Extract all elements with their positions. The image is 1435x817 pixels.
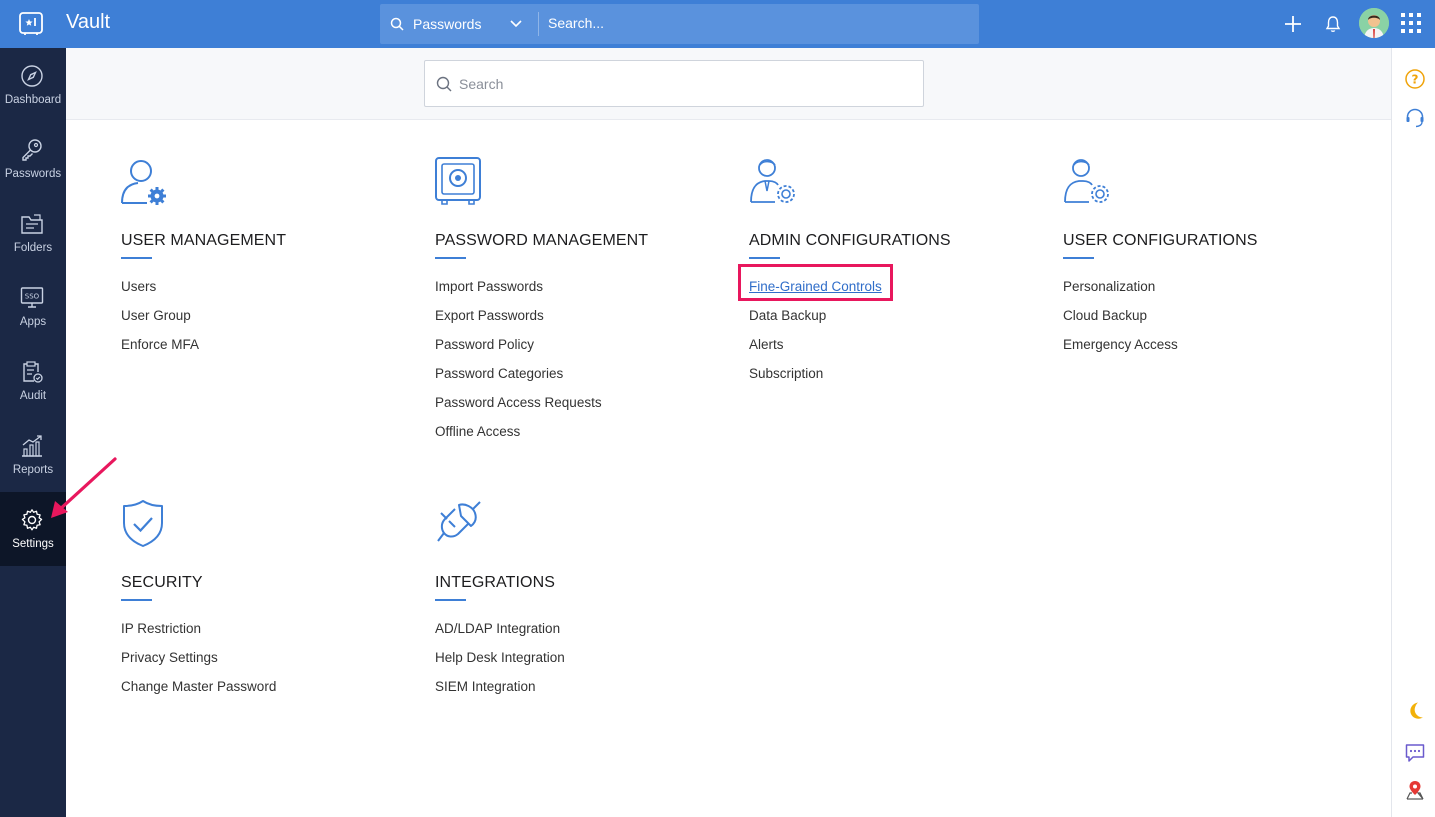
section-links: IP Restriction Privacy Settings Change M… xyxy=(121,621,276,708)
section-links: Import Passwords Export Passwords Passwo… xyxy=(435,279,602,453)
chevron-down-icon xyxy=(510,20,522,28)
settings-link-ad-ldap-integration[interactable]: AD/LDAP Integration xyxy=(435,621,565,650)
annotation-arrow xyxy=(51,457,117,518)
settings-link-password-access-requests[interactable]: Password Access Requests xyxy=(435,395,602,424)
sidebar: Dashboard Passwords Folders SSO Apps Aud… xyxy=(0,48,66,817)
settings-search-input[interactable] xyxy=(459,71,899,97)
svg-text:?: ? xyxy=(1412,73,1419,87)
sso-icon: SSO xyxy=(20,287,44,308)
settings-link-offline-access[interactable]: Offline Access xyxy=(435,424,602,453)
sidebar-item-label: Dashboard xyxy=(4,94,62,106)
sidebar-item-label: Apps xyxy=(19,316,47,328)
search-scope-dropdown[interactable]: Passwords xyxy=(380,4,538,44)
settings-link-privacy-settings[interactable]: Privacy Settings xyxy=(121,650,276,679)
search-icon xyxy=(436,76,452,92)
section-links: Personalization Cloud Backup Emergency A… xyxy=(1063,279,1178,366)
settings-link-help-desk-integration[interactable]: Help Desk Integration xyxy=(435,650,565,679)
settings-link-password-categories[interactable]: Password Categories xyxy=(435,366,602,395)
sidebar-item-label: Folders xyxy=(13,242,53,254)
settings-link-subscription[interactable]: Subscription xyxy=(749,366,882,395)
user-gear-icon xyxy=(121,160,166,205)
headset-icon[interactable] xyxy=(1404,107,1426,129)
svg-text:SSO: SSO xyxy=(25,293,40,301)
add-icon[interactable] xyxy=(1283,14,1303,34)
settings-link-export-passwords[interactable]: Export Passwords xyxy=(435,308,602,337)
search-divider xyxy=(538,12,539,36)
settings-link-personalization[interactable]: Personalization xyxy=(1063,279,1178,308)
shield-check-icon xyxy=(123,500,163,547)
right-rail: ? xyxy=(1391,48,1435,817)
top-bar: Vault Passwords Search... xyxy=(0,0,1435,48)
section-underline xyxy=(121,257,152,259)
sidebar-item-label: Audit xyxy=(19,390,47,402)
user-config-icon xyxy=(1064,159,1109,203)
highlight-box xyxy=(738,264,893,301)
section-title: INTEGRATIONS xyxy=(435,574,556,591)
sidebar-item-audit[interactable]: Audit xyxy=(0,344,66,418)
safe-icon xyxy=(435,157,481,205)
settings-link-ip-restriction[interactable]: IP Restriction xyxy=(121,621,276,650)
sidebar-item-label: Settings xyxy=(12,538,54,550)
sidebar-item-passwords[interactable]: Passwords xyxy=(0,122,66,196)
global-search-input[interactable]: Search... xyxy=(548,15,604,31)
section-underline xyxy=(121,599,152,601)
admin-gear-icon xyxy=(750,159,795,203)
section-underline xyxy=(749,257,780,259)
settings-link-enforce-mfa[interactable]: Enforce MFA xyxy=(121,337,199,366)
global-search[interactable]: Passwords Search... xyxy=(380,4,979,44)
help-icon[interactable]: ? xyxy=(1404,68,1426,90)
moon-icon[interactable] xyxy=(1404,700,1426,722)
gear-icon xyxy=(21,509,43,531)
settings-link-emergency-access[interactable]: Emergency Access xyxy=(1063,337,1178,366)
search-scope-label: Passwords xyxy=(413,16,482,32)
settings-search-area xyxy=(66,48,1391,120)
avatar-image xyxy=(1359,8,1389,38)
section-title: PASSWORD MANAGEMENT xyxy=(435,232,649,249)
audit-icon xyxy=(23,361,43,383)
section-underline xyxy=(435,257,466,259)
section-title: USER MANAGEMENT xyxy=(121,232,287,249)
chat-icon[interactable] xyxy=(1404,742,1426,764)
section-underline xyxy=(1063,257,1094,259)
settings-link-change-master-password[interactable]: Change Master Password xyxy=(121,679,276,708)
sidebar-item-apps[interactable]: SSO Apps xyxy=(0,270,66,344)
avatar[interactable] xyxy=(1359,8,1389,38)
map-pin-icon[interactable] xyxy=(1404,779,1426,801)
section-links: Users User Group Enforce MFA xyxy=(121,279,199,366)
bell-icon[interactable] xyxy=(1325,15,1341,33)
settings-link-users[interactable]: Users xyxy=(121,279,199,308)
sidebar-item-dashboard[interactable]: Dashboard xyxy=(0,48,66,122)
section-title: USER CONFIGURATIONS xyxy=(1063,232,1258,249)
plug-icon xyxy=(437,501,481,542)
settings-link-siem-integration[interactable]: SIEM Integration xyxy=(435,679,565,708)
settings-link-user-group[interactable]: User Group xyxy=(121,308,199,337)
section-title: ADMIN CONFIGURATIONS xyxy=(749,232,951,249)
app-title: Vault xyxy=(66,11,111,33)
settings-link-password-policy[interactable]: Password Policy xyxy=(435,337,602,366)
settings-search-box[interactable] xyxy=(424,60,924,107)
sidebar-item-folders[interactable]: Folders xyxy=(0,196,66,270)
section-underline xyxy=(435,599,466,601)
settings-link-alerts[interactable]: Alerts xyxy=(749,337,882,366)
section-links: AD/LDAP Integration Help Desk Integratio… xyxy=(435,621,565,708)
folder-icon xyxy=(21,214,43,234)
chart-icon xyxy=(22,435,42,457)
settings-link-data-backup[interactable]: Data Backup xyxy=(749,308,882,337)
settings-link-import-passwords[interactable]: Import Passwords xyxy=(435,279,602,308)
compass-icon xyxy=(21,65,43,87)
sidebar-item-label: Passwords xyxy=(4,168,62,180)
vault-logo-icon[interactable] xyxy=(18,11,44,37)
settings-link-cloud-backup[interactable]: Cloud Backup xyxy=(1063,308,1178,337)
apps-grid-icon[interactable] xyxy=(1401,13,1421,33)
search-icon xyxy=(390,17,404,31)
key-icon xyxy=(22,139,42,161)
section-title: SECURITY xyxy=(121,574,203,591)
